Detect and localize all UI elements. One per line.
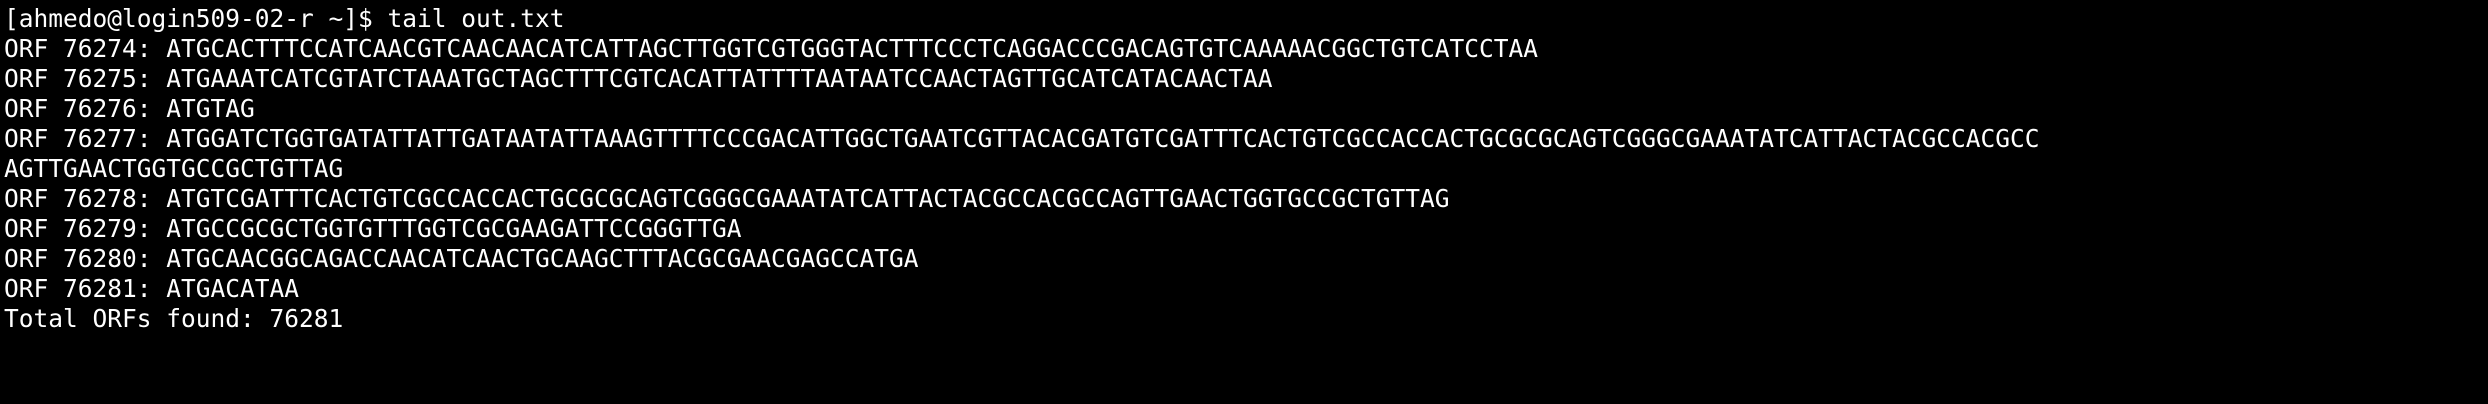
output-line-orf-76277: ORF 76277: ATGGATCTGGTGATATTATTGATAATATT… — [4, 124, 2040, 153]
shell-command: tail out.txt — [387, 4, 565, 33]
output-line-orf-76280: ORF 76280: ATGCAACGGCAGACCAACATCAACTGCAA… — [4, 244, 919, 273]
terminal-window[interactable]: [ahmedo@login509-02-r ~]$ tail out.txt O… — [0, 4, 2488, 404]
shell-prompt: [ahmedo@login509-02-r ~]$ — [4, 4, 388, 33]
output-line-orf-76276: ORF 76276: ATGTAG — [4, 94, 255, 123]
output-line-orf-76279: ORF 76279: ATGCCGCGCTGGTGTTTGGTCGCGAAGAT… — [4, 214, 742, 243]
output-line-total: Total ORFs found: 76281 — [4, 304, 344, 333]
output-line-orf-76274: ORF 76274: ATGCACTTTCCATCAACGTCAACAACATC… — [4, 34, 1539, 63]
prompt-line: [ahmedo@login509-02-r ~]$ tail out.txt — [4, 4, 2488, 34]
output-line-orf-76277-wrap: AGTTGAACTGGTGCCGCTGTTAG — [4, 154, 344, 183]
output-line-orf-76275: ORF 76275: ATGAAATCATCGTATCTAAATGCTAGCTT… — [4, 64, 1273, 93]
output-line-orf-76278: ORF 76278: ATGTCGATTTCACTGTCGCCACCACTGCG… — [4, 184, 1450, 213]
output-line-orf-76281: ORF 76281: ATGACATAA — [4, 274, 300, 303]
